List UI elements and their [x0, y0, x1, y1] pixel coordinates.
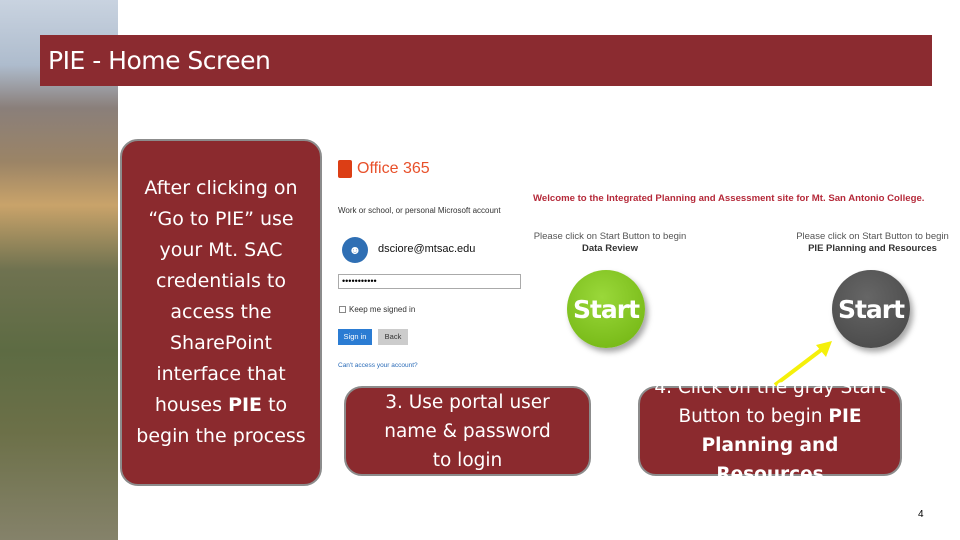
- callout-text: After clicking on “Go to PIE” use your M…: [144, 177, 298, 416]
- office365-logo: Office 365: [338, 160, 430, 178]
- callout-start: 4. Click on the gray Start Button to beg…: [638, 377, 902, 485]
- sign-in-button[interactable]: Sign in: [338, 329, 372, 345]
- pie-start-button[interactable]: Start: [832, 270, 910, 348]
- back-button[interactable]: Back: [378, 329, 408, 345]
- user-badge-icon: ☻: [342, 237, 368, 263]
- slide-title: PIE - Home Screen: [40, 35, 932, 86]
- page-number: 4: [918, 509, 924, 520]
- keep-signed-in-checkbox[interactable]: [339, 306, 346, 313]
- data-review-instruction: Please click on Start Button to begin Dat…: [530, 231, 690, 255]
- cant-access-link[interactable]: Can't access your account?: [338, 362, 418, 369]
- callout-login: 3. Use portal user name & password to lo…: [344, 386, 591, 476]
- instruction-target: Data Review: [582, 243, 638, 254]
- instruction-text: Please click on Start Button to begin: [533, 231, 687, 242]
- callout-bold: PIE: [228, 394, 263, 416]
- pie-instruction: Please click on Start Button to begin PIE…: [790, 231, 955, 255]
- instruction-text: Please click on Start Button to begin: [796, 231, 949, 242]
- data-review-start-button[interactable]: Start: [567, 270, 645, 348]
- account-label: Work or school, or personal Microsoft ac…: [338, 206, 501, 215]
- brand-text: Office 365: [357, 160, 430, 177]
- instruction-target: PIE Planning and Resources: [808, 243, 937, 254]
- office-icon: [338, 160, 352, 178]
- keep-signed-in-label: Keep me signed in: [349, 305, 416, 314]
- email-display: dsciore@mtsac.edu: [378, 243, 476, 255]
- password-field[interactable]: •••••••••••: [338, 274, 521, 289]
- callout-credentials: After clicking on “Go to PIE” use your M…: [120, 139, 322, 486]
- welcome-heading: Welcome to the Integrated Planning and A…: [533, 193, 925, 204]
